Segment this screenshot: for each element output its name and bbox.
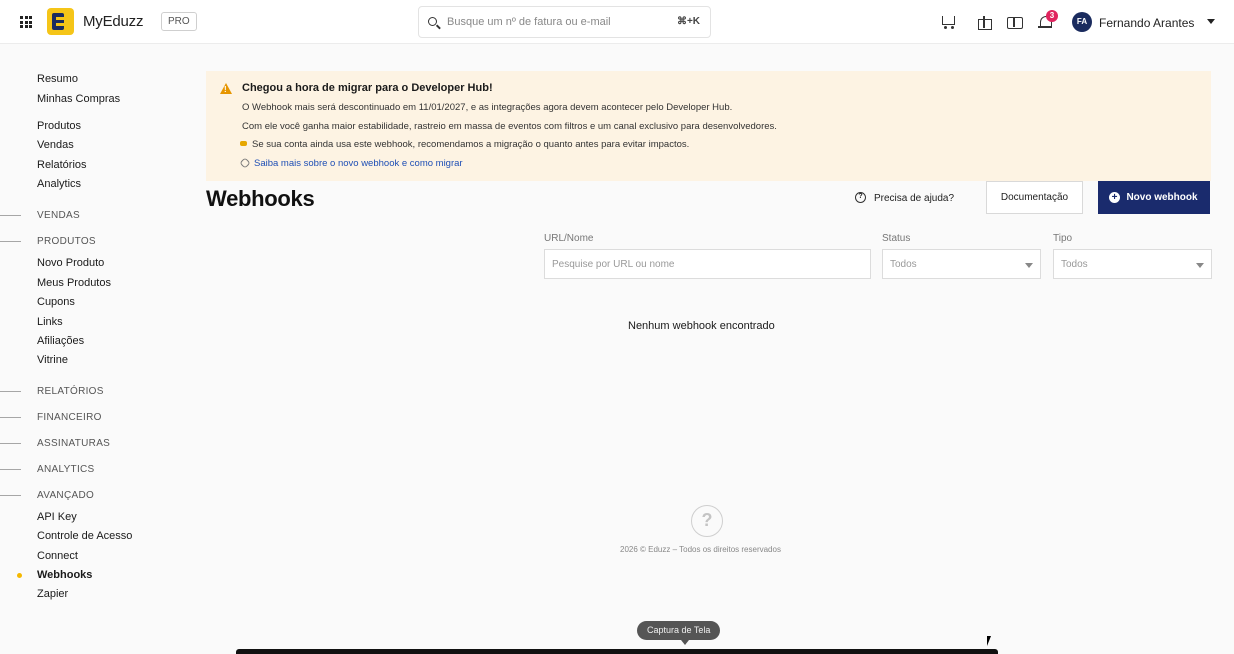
search-icon: [428, 17, 437, 26]
plan-badge: PRO: [161, 12, 197, 31]
empty-state-message: Nenhum webhook encontrado: [628, 320, 775, 332]
copyright-text: 2026 © Eduzz – Todos os direitos reserva…: [620, 545, 781, 554]
section-assinaturas[interactable]: ASSINATURAS: [37, 438, 110, 449]
mouse-cursor-icon: [987, 636, 991, 646]
type-filter-label: Tipo: [1053, 233, 1073, 244]
avatar[interactable]: FA: [1072, 12, 1092, 32]
section-relatorios[interactable]: RELATÓRIOS: [37, 386, 104, 397]
status-filter-value: Todos: [890, 259, 917, 270]
documentation-button[interactable]: Documentação: [986, 181, 1083, 214]
section-avancado[interactable]: AVANÇADO: [37, 490, 94, 501]
user-name[interactable]: Fernando Arantes: [1099, 16, 1194, 30]
search-shortcut: ⌘+K: [676, 16, 700, 27]
banner-line: O Webhook mais será descontinuado em 11/…: [242, 102, 733, 113]
search-input[interactable]: [447, 13, 669, 31]
section-divider: [0, 443, 21, 444]
page-title: Webhooks: [206, 186, 315, 211]
section-divider: [0, 241, 21, 242]
screenshot-toolbar[interactable]: [236, 649, 998, 654]
section-divider: [0, 417, 21, 418]
sidebar-item-relatorios[interactable]: Relatórios: [37, 159, 87, 171]
sidebar-item-meus-produtos[interactable]: Meus Produtos: [37, 277, 111, 289]
chevron-down-icon[interactable]: [1207, 19, 1215, 24]
section-financeiro[interactable]: FINANCEIRO: [37, 412, 102, 423]
sidebar-item-minhas-compras[interactable]: Minhas Compras: [37, 93, 120, 105]
section-produtos[interactable]: PRODUTOS: [37, 236, 96, 247]
screenshot-tooltip: Captura de Tela: [637, 621, 721, 645]
sidebar-item-novo-produto[interactable]: Novo Produto: [37, 257, 104, 269]
sidebar-item-controle-de-acesso[interactable]: Controle de Acesso: [37, 530, 132, 542]
banner-line: Se sua conta ainda usa este webhook, rec…: [252, 139, 690, 150]
cart-icon[interactable]: [940, 14, 956, 30]
sidebar-item-analytics[interactable]: Analytics: [37, 178, 81, 190]
section-divider: [0, 495, 21, 496]
apps-grid-icon[interactable]: [20, 16, 32, 28]
gift-icon[interactable]: [976, 14, 992, 30]
help-circle-icon[interactable]: ?: [691, 505, 723, 537]
url-filter-label: URL/Nome: [544, 233, 594, 244]
banner-learn-more-link[interactable]: Saiba mais sobre o novo webhook e como m…: [254, 158, 463, 169]
notification-badge: 3: [1046, 10, 1058, 22]
sidebar: Resumo Minhas Compras Produtos Vendas Re…: [0, 44, 190, 654]
section-analytics[interactable]: ANALYTICS: [37, 464, 95, 475]
sidebar-item-cupons[interactable]: Cupons: [37, 296, 75, 308]
top-bar: MyEduzz PRO ⌘+K 3 FA Fernando Arantes: [0, 0, 1234, 44]
help-circle-icon[interactable]: ?: [855, 192, 866, 203]
sidebar-item-connect[interactable]: Connect: [37, 550, 78, 562]
banner-title: Chegou a hora de migrar para o Developer…: [242, 82, 493, 94]
sidebar-item-produtos[interactable]: Produtos: [37, 120, 81, 132]
section-vendas[interactable]: VENDAS: [37, 210, 80, 221]
sidebar-item-api-key[interactable]: API Key: [37, 511, 77, 523]
sidebar-item-links[interactable]: Links: [37, 316, 63, 328]
help-link[interactable]: Precisa de ajuda?: [874, 193, 954, 204]
sidebar-item-vendas[interactable]: Vendas: [37, 139, 74, 151]
active-indicator-icon: [17, 573, 22, 578]
status-filter-select[interactable]: Todos: [882, 249, 1041, 279]
banner-line: Com ele você ganha maior estabilidade, r…: [242, 121, 777, 132]
warning-icon: [220, 83, 232, 94]
type-filter-value: Todos: [1061, 259, 1088, 270]
type-filter-select[interactable]: Todos: [1053, 249, 1212, 279]
book-icon[interactable]: [1006, 14, 1023, 30]
plus-circle-icon: +: [1109, 192, 1120, 203]
link-icon: [239, 157, 251, 169]
eduzz-logo-icon[interactable]: [47, 8, 74, 35]
sidebar-item-afiliacoes[interactable]: Afiliações: [37, 335, 84, 347]
migration-banner: Chegou a hora de migrar para o Developer…: [206, 71, 1211, 181]
sidebar-item-vitrine[interactable]: Vitrine: [37, 354, 68, 366]
chevron-down-icon: [1196, 263, 1204, 268]
pointing-hand-icon: [240, 141, 247, 146]
section-divider: [0, 215, 21, 216]
section-divider: [0, 469, 21, 470]
sidebar-item-zapier[interactable]: Zapier: [37, 588, 68, 600]
section-divider: [0, 391, 21, 392]
brand-name[interactable]: MyEduzz: [83, 13, 143, 30]
sidebar-item-webhooks[interactable]: Webhooks: [37, 569, 92, 581]
url-filter-input[interactable]: [544, 249, 871, 279]
sidebar-item-resumo[interactable]: Resumo: [37, 73, 78, 85]
status-filter-label: Status: [882, 233, 911, 244]
chevron-down-icon: [1025, 263, 1033, 268]
search-box[interactable]: ⌘+K: [418, 6, 711, 38]
